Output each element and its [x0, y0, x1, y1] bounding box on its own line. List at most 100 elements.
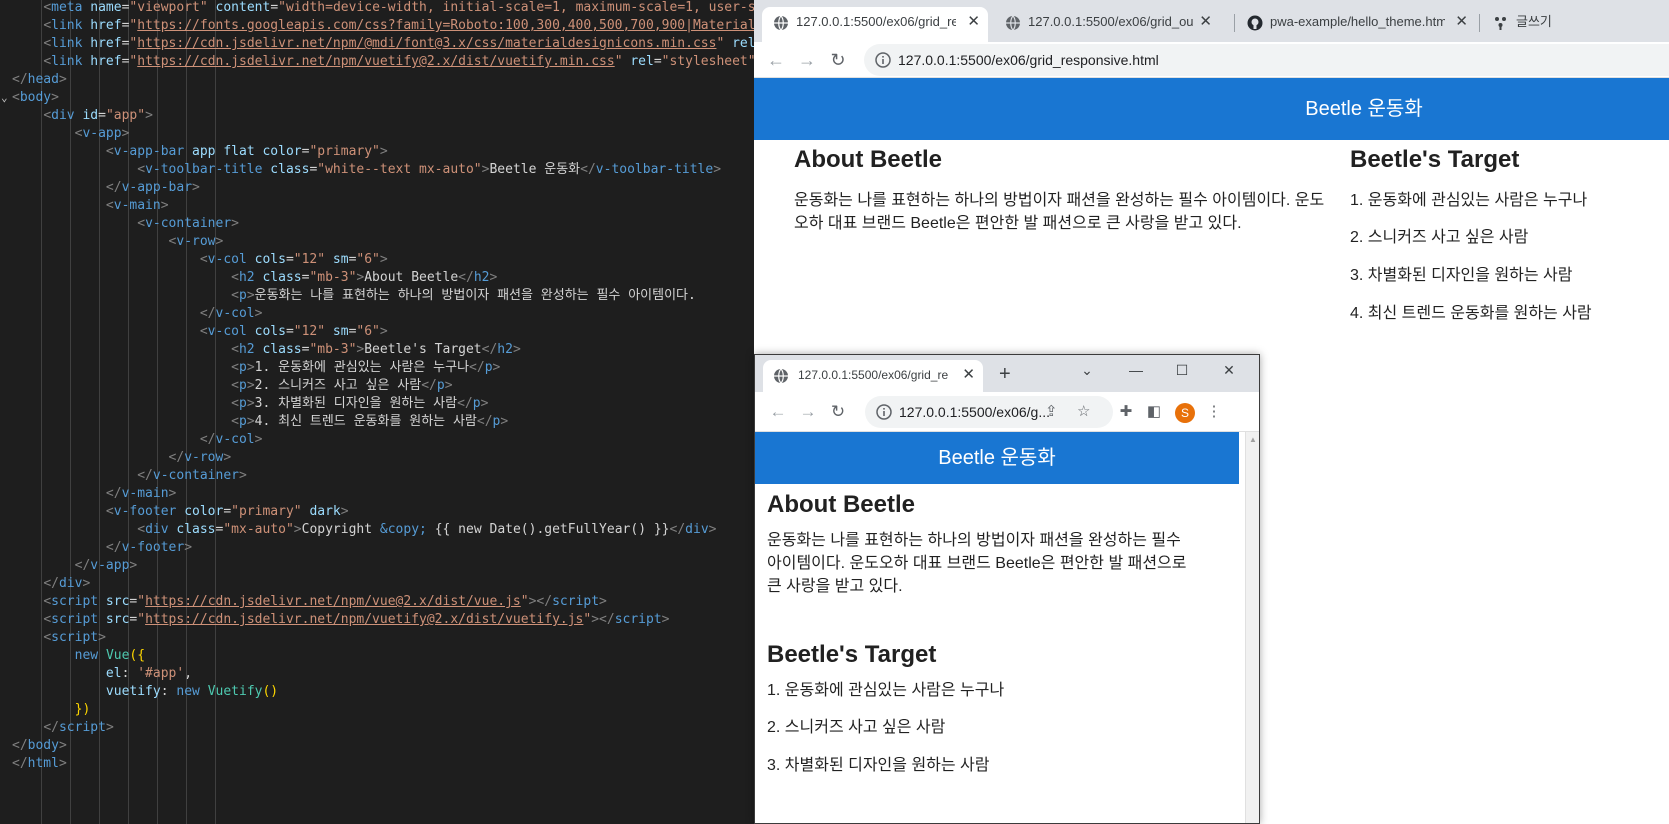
back-arrow-icon[interactable]: ←: [765, 49, 787, 71]
code-token: "stylesheet": [661, 54, 754, 69]
extensions-icon[interactable]: ✚: [1115, 401, 1137, 423]
code-token: >: [145, 108, 153, 123]
close-icon[interactable]: ✕: [967, 7, 980, 37]
star-icon[interactable]: ☆: [1077, 403, 1090, 421]
code-token: <: [231, 270, 239, 285]
code-token: meta: [51, 0, 83, 15]
share-icon[interactable]: ⇪: [1045, 403, 1058, 421]
code-token: >: [184, 540, 193, 555]
tab-grid-responsive[interactable]: 127.0.0.1:5500/ex06/grid_respon ✕: [762, 7, 988, 42]
code-token: div: [685, 522, 709, 537]
code-token: <: [199, 252, 208, 267]
code-token: link: [51, 36, 83, 51]
code-token: <: [105, 198, 114, 213]
code-token: <: [231, 396, 239, 411]
code-editor[interactable]: <meta name="viewport" content="width=dev…: [0, 0, 754, 824]
code-token: ": [137, 594, 146, 609]
close-icon[interactable]: ✕: [1455, 7, 1468, 37]
tab-pwa-example[interactable]: pwa-example/hello_theme.html ✕: [1236, 7, 1476, 42]
code-token: Vue: [105, 648, 130, 663]
target-item: 3. 차별화된 디자인을 원하는 사람: [1350, 267, 1573, 284]
code-line: </v-footer>: [0, 538, 754, 557]
code-line: <script>: [0, 628, 754, 647]
app-title: Beetle 운동화: [938, 447, 1056, 469]
code-token: v-main: [121, 486, 169, 501]
code-token: >: [254, 432, 263, 447]
code-token: v-main: [113, 198, 161, 213]
code-token: >: [661, 612, 670, 627]
fold-chevron-icon[interactable]: ⌄: [1, 91, 8, 104]
scrollbar[interactable]: ▲: [1245, 432, 1259, 823]
code-token: >: [246, 378, 255, 393]
address-bar[interactable]: 127.0.0.1:5500/ex06/g... ⇪ ☆: [865, 396, 1113, 428]
target-item: 2. 스니커즈 사고 싶은 사람: [767, 719, 946, 736]
side-panel-icon[interactable]: ◧: [1143, 401, 1165, 423]
code-token: <: [231, 378, 239, 393]
reload-icon[interactable]: ↻: [827, 49, 849, 71]
code-token: <: [231, 414, 239, 429]
code-token: new: [176, 684, 200, 699]
code-token: </: [199, 432, 216, 447]
code-token: :: [160, 684, 177, 699]
code-token: </: [476, 414, 493, 429]
code-token: "6": [356, 252, 380, 267]
back-arrow-icon[interactable]: ←: [767, 401, 789, 423]
close-icon[interactable]: ✕: [1199, 7, 1212, 37]
code-token: link: [51, 54, 83, 69]
code-line: <h2 class="mb-3">Beetle's Target</h2>: [0, 340, 754, 359]
about-text: 큰 사랑을 받고 있다.: [767, 578, 903, 595]
new-tab-icon[interactable]: +: [999, 363, 1011, 385]
code-token: >: [500, 414, 509, 429]
code-line: <script src="https://cdn.jsdelivr.net/np…: [0, 592, 754, 611]
target-heading: Beetle's Target: [767, 641, 937, 668]
minimize-icon[interactable]: —: [1126, 359, 1146, 381]
code-token: >: [58, 72, 67, 87]
more-menu-icon[interactable]: ⋮: [1203, 401, 1225, 423]
code-line: </v-row>: [0, 448, 754, 467]
code-token: "primary": [231, 504, 302, 519]
avatar[interactable]: S: [1175, 403, 1195, 423]
close-window-icon[interactable]: ✕: [1219, 359, 1239, 381]
tab-strip: 127.0.0.1:5500/ex06/grid_respon ✕ 127.0.…: [754, 0, 1669, 42]
popup-browser-window: 127.0.0.1:5500/ex06/grid_resp ✕ + ⌄ — ☐ …: [754, 354, 1260, 824]
code-token: >: [215, 234, 224, 249]
code-token: >: [238, 468, 247, 483]
code-token: div: [145, 522, 169, 537]
code-token: >: [82, 576, 91, 591]
code-token: el: [105, 666, 122, 681]
code-token: <: [43, 594, 52, 609]
maximize-icon[interactable]: ☐: [1172, 359, 1192, 381]
code-token: p: [238, 396, 247, 411]
code-token: p: [436, 378, 445, 393]
address-bar[interactable]: 127.0.0.1:5500/ex06/grid_responsive.html: [864, 44, 1669, 76]
scroll-up-icon[interactable]: ▲: [1249, 435, 1257, 444]
reload-icon[interactable]: ↻: [827, 401, 849, 423]
tab-grid-responsive[interactable]: 127.0.0.1:5500/ex06/grid_resp ✕: [763, 360, 983, 392]
tab-write[interactable]: 글쓰기: [1482, 7, 1668, 42]
tab-grid-outline[interactable]: 127.0.0.1:5500/ex06/grid_outline ✕: [994, 7, 1220, 42]
code-line: <v-row>: [0, 232, 754, 251]
code-token: "width=device-width, initial-scale=1, ma…: [278, 0, 754, 15]
browser-toolbar: ← → ↻ 127.0.0.1:5500/ex06/grid_responsiv…: [754, 42, 1669, 78]
code-token: body: [27, 738, 59, 753]
code-token: "mx-auto": [223, 522, 294, 537]
close-icon[interactable]: ✕: [962, 360, 975, 390]
code-line: <p>4. 최신 트렌드 운동화를 원하는 사람</p>: [0, 412, 754, 431]
code-line: <v-col cols="12" sm="6">: [0, 250, 754, 269]
forward-arrow-icon[interactable]: →: [797, 401, 819, 423]
chevron-down-icon[interactable]: ⌄: [1077, 359, 1097, 381]
code-token: </: [481, 342, 498, 357]
forward-arrow-icon[interactable]: →: [796, 49, 818, 71]
code-token: v-toolbar-title: [145, 162, 263, 177]
code-token: >: [480, 396, 489, 411]
target-heading: Beetle's Target: [1350, 146, 1520, 173]
code-token: "viewport": [129, 0, 208, 15]
code-line: </v-main>: [0, 484, 754, 503]
code-token: >: [160, 198, 169, 213]
